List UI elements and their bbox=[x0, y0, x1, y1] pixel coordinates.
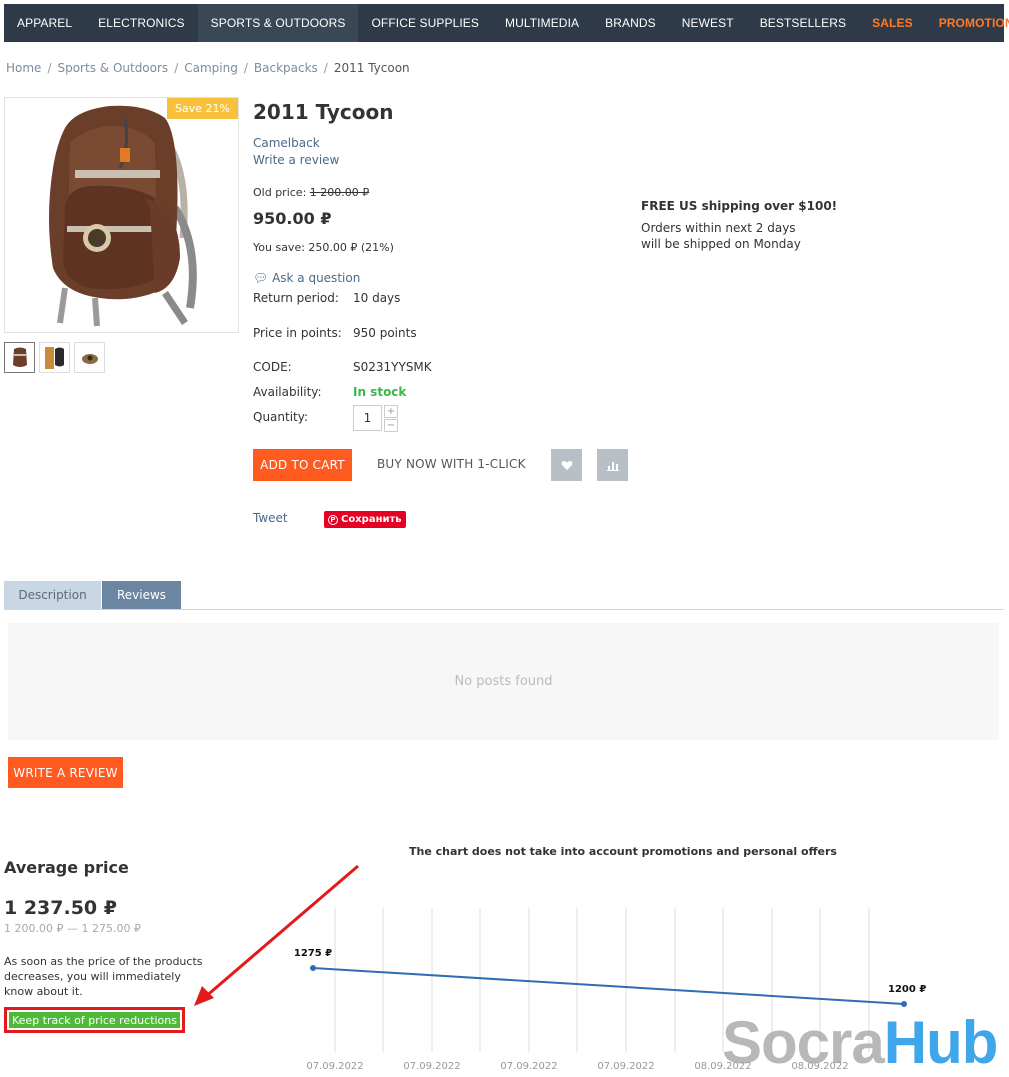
chart-data-label: 1200 ₽ bbox=[888, 984, 926, 995]
availability-value: In stock bbox=[353, 385, 407, 399]
quantity-plus-button[interactable]: + bbox=[384, 405, 398, 418]
breadcrumb-separator: / bbox=[47, 61, 52, 75]
brand-link[interactable]: Camelback bbox=[253, 136, 320, 150]
heart-icon bbox=[561, 460, 572, 470]
chart-x-tick: 07.09.2022 bbox=[500, 1061, 557, 1072]
breadcrumb-link[interactable]: Home bbox=[6, 61, 41, 75]
price-range: 1 200.00 ₽ — 1 275.00 ₽ bbox=[4, 922, 141, 935]
breadcrumb-separator: / bbox=[243, 61, 248, 75]
quantity-minus-button[interactable]: − bbox=[384, 419, 398, 432]
no-posts-message: No posts found bbox=[454, 674, 553, 689]
availability-label: Availability: bbox=[253, 385, 322, 399]
product-title: 2011 Tycoon bbox=[253, 100, 394, 124]
pinterest-save-label: Сохранить bbox=[341, 514, 402, 525]
thumbnail-3[interactable] bbox=[74, 342, 105, 373]
old-price: Old price: 1 200.00 ₽ bbox=[253, 186, 369, 199]
breadcrumb-separator: / bbox=[174, 61, 179, 75]
product-tabs: Description Reviews bbox=[4, 581, 181, 609]
chart-point bbox=[310, 965, 316, 971]
code-value: S0231YYSMK bbox=[353, 360, 432, 374]
bar-chart-icon bbox=[606, 461, 619, 471]
return-label: Return period: bbox=[253, 291, 339, 305]
quantity-label: Quantity: bbox=[253, 410, 309, 424]
breadcrumb-separator: / bbox=[323, 61, 328, 75]
ask-question-label: Ask a question bbox=[272, 271, 361, 285]
current-price: 950.00 ₽ bbox=[253, 209, 332, 228]
thumbnail-2[interactable] bbox=[39, 342, 70, 373]
nav-item-multimedia[interactable]: MULTIMEDIA bbox=[492, 4, 592, 42]
shipping-title: FREE US shipping over $100! bbox=[641, 199, 838, 213]
chart-series-line bbox=[312, 967, 905, 1005]
save-badge: Save 21% bbox=[167, 98, 238, 119]
top-nav: APPAREL ELECTRONICS SPORTS & OUTDOORS OFFIC… bbox=[4, 4, 1009, 42]
write-review-link[interactable]: Write a review bbox=[253, 153, 339, 167]
old-price-label: Old price: bbox=[253, 186, 307, 199]
thumbnail-list bbox=[4, 342, 105, 373]
tab-reviews[interactable]: Reviews bbox=[102, 581, 181, 609]
nav-item-newest[interactable]: NEWEST bbox=[669, 4, 747, 42]
pinterest-icon: P bbox=[328, 514, 338, 525]
track-price-button[interactable]: Keep track of price reductions bbox=[4, 1007, 185, 1033]
reviews-panel: No posts found bbox=[8, 623, 999, 740]
you-save: You save: 250.00 ₽ (21%) bbox=[253, 241, 394, 254]
chart-x-tick: 07.09.2022 bbox=[403, 1061, 460, 1072]
wishlist-button[interactable] bbox=[551, 449, 582, 481]
code-label: CODE: bbox=[253, 360, 292, 374]
pinterest-save-button[interactable]: P Сохранить bbox=[324, 511, 406, 528]
ask-question-link[interactable]: 💬︎ Ask a question bbox=[253, 271, 360, 285]
nav-item-brands[interactable]: BRANDS bbox=[592, 4, 669, 42]
nav-item-office-supplies[interactable]: OFFICE SUPPLIES bbox=[358, 4, 492, 42]
breadcrumb-current: 2011 Tycoon bbox=[333, 61, 410, 75]
track-price-label: Keep track of price reductions bbox=[9, 1012, 180, 1028]
nav-item-bestsellers[interactable]: BESTSELLERS bbox=[747, 4, 859, 42]
points-value: 950 points bbox=[353, 326, 417, 340]
nav-item-apparel[interactable]: APPAREL bbox=[4, 4, 85, 42]
average-price-value: 1 237.50 ₽ bbox=[4, 897, 117, 919]
breadcrumb-link[interactable]: Camping bbox=[184, 61, 238, 75]
nav-item-promotions[interactable]: PROMOTIONS bbox=[926, 4, 1009, 42]
thumbnail-1[interactable] bbox=[4, 342, 35, 373]
return-value: 10 days bbox=[353, 291, 401, 305]
nav-item-sales[interactable]: SALES bbox=[859, 4, 926, 42]
tab-description[interactable]: Description bbox=[4, 581, 101, 609]
breadcrumb: Home / Sports & Outdoors / Camping / Backpacks… bbox=[6, 61, 410, 75]
nav-item-electronics[interactable]: ELECTRONICS bbox=[85, 4, 197, 42]
chart-x-tick: 07.09.2022 bbox=[597, 1061, 654, 1072]
socrahub-watermark: SocraHub bbox=[722, 1009, 998, 1076]
tab-divider bbox=[4, 609, 1004, 610]
breadcrumb-link[interactable]: Sports & Outdoors bbox=[57, 61, 168, 75]
old-price-value: 1 200.00 ₽ bbox=[309, 186, 370, 199]
buy-one-click-button[interactable]: BUY NOW WITH 1-CLICK bbox=[377, 457, 526, 471]
chart-data-label: 1275 ₽ bbox=[294, 948, 332, 959]
tweet-link[interactable]: Tweet bbox=[253, 511, 288, 525]
compare-button[interactable] bbox=[597, 449, 628, 481]
price-alert-note: As soon as the price of the products dec… bbox=[4, 955, 203, 998]
product-image[interactable]: Save 21% bbox=[4, 97, 239, 333]
average-price-title: Average price bbox=[4, 858, 129, 877]
chart-x-tick: 07.09.2022 bbox=[306, 1061, 363, 1072]
write-review-button[interactable]: WRITE A REVIEW bbox=[8, 757, 123, 788]
nav-item-sports-outdoors[interactable]: SPORTS & OUTDOORS bbox=[197, 4, 359, 42]
quantity-input[interactable]: 1 bbox=[353, 405, 382, 431]
points-label: Price in points: bbox=[253, 326, 342, 340]
chat-icon: 💬︎ bbox=[253, 271, 269, 285]
breadcrumb-link[interactable]: Backpacks bbox=[254, 61, 318, 75]
add-to-cart-button[interactable]: ADD TO CART bbox=[253, 449, 352, 481]
shipping-text: Orders within next 2 days will be shippe… bbox=[641, 221, 801, 251]
backpack-image bbox=[49, 105, 197, 327]
chart-note: The chart does not take into account pro… bbox=[409, 845, 837, 858]
chart-point bbox=[901, 1001, 907, 1007]
